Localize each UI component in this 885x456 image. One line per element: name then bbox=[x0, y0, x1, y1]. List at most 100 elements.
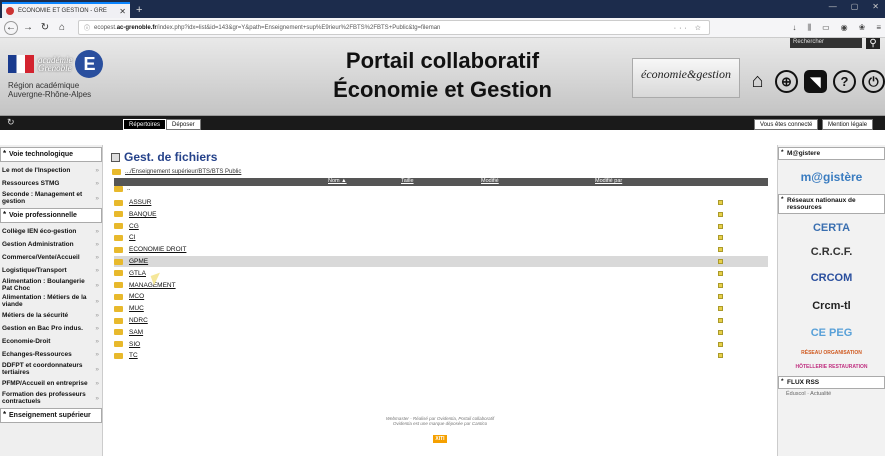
sidebar-section-heading[interactable]: Voie technologique bbox=[0, 147, 102, 162]
resource-logo[interactable]: CERTA bbox=[778, 216, 885, 240]
rss-icon[interactable]: ◥ bbox=[804, 70, 827, 93]
economie-gestion-logo[interactable]: économie&gestion bbox=[632, 58, 740, 98]
folder-action-icon[interactable] bbox=[718, 211, 723, 217]
table-row[interactable]: NDRC bbox=[114, 315, 768, 326]
folder-name[interactable]: SIO bbox=[129, 341, 140, 348]
sidebar-item[interactable]: DDFPT et coordonnateurs tertiaires bbox=[0, 361, 102, 377]
download-icon[interactable]: ↓ bbox=[792, 23, 796, 33]
page-actions-icon[interactable]: ··· ☆ bbox=[674, 24, 704, 32]
folder-name[interactable]: CI bbox=[129, 234, 136, 241]
table-row[interactable]: GPME bbox=[114, 256, 768, 267]
forward-button[interactable]: → bbox=[21, 21, 35, 35]
resource-logo[interactable]: RÉSEAU ORGANISATION bbox=[778, 346, 885, 360]
maximize-icon[interactable]: ▢ bbox=[851, 2, 859, 11]
search-input[interactable]: Rechercher bbox=[790, 38, 862, 48]
table-row[interactable]: SAM bbox=[114, 327, 768, 338]
table-row[interactable]: CI bbox=[114, 232, 768, 243]
resource-logo[interactable]: HÔTELLERIE RESTAURATION bbox=[778, 360, 885, 374]
table-row[interactable]: TC bbox=[114, 350, 768, 361]
resource-logo[interactable]: Crcm-tl bbox=[778, 292, 885, 320]
resource-logo[interactable]: C.R.C.F. bbox=[778, 240, 885, 264]
power-icon[interactable]: ⏻ bbox=[862, 70, 885, 93]
folder-action-icon[interactable] bbox=[718, 223, 723, 229]
sidebar-item[interactable]: Gestion en Bac Pro indus. bbox=[0, 322, 102, 335]
folder-action-icon[interactable] bbox=[718, 235, 723, 241]
sidebar-item[interactable]: Alimentation : Métiers de la viande bbox=[0, 293, 102, 309]
folder-name[interactable]: NDRC bbox=[129, 317, 148, 324]
folder-name[interactable]: GPME bbox=[129, 258, 148, 265]
extension-icon[interactable]: ❀ bbox=[859, 23, 866, 33]
table-row[interactable]: ASSUR bbox=[114, 197, 768, 208]
table-row[interactable]: BANQUE bbox=[114, 209, 768, 220]
globe-icon[interactable]: ⊕ bbox=[775, 70, 798, 93]
sidebar-section-heading[interactable]: Enseignement supérieur bbox=[0, 408, 102, 423]
resource-logo[interactable]: CRCOM bbox=[778, 264, 885, 292]
sidebar-item[interactable]: Le mot de l'Inspection bbox=[0, 164, 102, 177]
mentions-link[interactable]: Mention légale bbox=[822, 119, 874, 130]
table-row[interactable]: GTLA bbox=[114, 268, 768, 279]
folder-name[interactable]: SAM bbox=[129, 329, 143, 336]
sidebar-item[interactable]: PFMP/Accueil en entreprise bbox=[0, 377, 102, 390]
table-row[interactable]: MUC bbox=[114, 303, 768, 314]
folder-name[interactable]: ASSUR bbox=[129, 199, 151, 206]
table-row[interactable]: SIO bbox=[114, 339, 768, 350]
minimize-icon[interactable]: — bbox=[829, 2, 837, 11]
folder-action-icon[interactable] bbox=[718, 318, 723, 323]
back-button[interactable]: ← bbox=[4, 20, 18, 35]
folder-name[interactable]: TC bbox=[129, 352, 138, 359]
url-bar[interactable]: ⓘ ecopest. ac-grenoble.fr/index.php?idx=l… bbox=[78, 20, 710, 35]
reload-icon[interactable]: ↻ bbox=[38, 21, 52, 35]
parent-folder-row[interactable]: .. bbox=[114, 183, 768, 194]
sidebar-section-heading[interactable]: Voie professionnelle bbox=[0, 208, 102, 223]
folder-action-icon[interactable] bbox=[718, 353, 723, 359]
pocket-icon[interactable]: ◉ bbox=[841, 23, 848, 33]
breadcrumb-path[interactable]: .../Enseignement supérieur/BTS/BTS Publi… bbox=[125, 169, 241, 175]
folder-action-icon[interactable] bbox=[718, 294, 723, 300]
connected-link[interactable]: Vous êtes connecté bbox=[754, 119, 819, 130]
folder-name[interactable]: MCO bbox=[129, 293, 144, 300]
xiti-badge[interactable]: XITI bbox=[433, 435, 447, 443]
folder-action-icon[interactable] bbox=[718, 247, 723, 253]
library-icon[interactable]: ⫼ bbox=[807, 23, 811, 33]
folder-action-icon[interactable] bbox=[718, 259, 723, 264]
info-icon[interactable]: ⓘ bbox=[84, 23, 90, 32]
folder-action-icon[interactable] bbox=[718, 282, 723, 288]
sidebar-item[interactable]: Commerce/Vente/Accueil bbox=[0, 251, 102, 264]
resource-logo[interactable]: CE PEG bbox=[778, 320, 885, 346]
table-row[interactable]: MANAGEMENT bbox=[114, 280, 768, 291]
sidebar-item[interactable]: Formation des professeurs contractuels bbox=[0, 390, 102, 406]
tab-deposer[interactable]: Déposer bbox=[166, 119, 201, 130]
folder-name[interactable]: BANQUE bbox=[129, 211, 156, 218]
folder-action-icon[interactable] bbox=[718, 270, 723, 276]
home-site-icon[interactable]: ⌂ bbox=[746, 70, 769, 93]
folder-name[interactable]: CG bbox=[129, 223, 139, 230]
table-row[interactable]: ECONOMIE DROIT bbox=[114, 244, 768, 255]
sidebar-item[interactable]: Economie-Droit bbox=[0, 335, 102, 348]
folder-name[interactable]: ECONOMIE DROIT bbox=[129, 246, 186, 253]
folder-action-icon[interactable] bbox=[718, 306, 723, 312]
sidebar-item[interactable]: Collège IEN éco-gestion bbox=[0, 225, 102, 238]
folder-name[interactable]: GTLA bbox=[129, 270, 146, 277]
folder-action-icon[interactable] bbox=[718, 200, 723, 205]
sidebar-item[interactable]: Alimentation : Boulangerie Pat Choc bbox=[0, 277, 102, 293]
sidebar-icon[interactable]: ▭ bbox=[822, 23, 830, 33]
folder-name[interactable]: MUC bbox=[129, 305, 144, 312]
search-icon[interactable]: ⚲ bbox=[866, 38, 880, 49]
sidebar-item[interactable]: Gestion Administration bbox=[0, 238, 102, 251]
rss-items[interactable]: Éduscol · Actualité bbox=[778, 391, 885, 397]
new-tab-button[interactable]: + bbox=[136, 2, 142, 18]
table-row[interactable]: MCO bbox=[114, 291, 768, 302]
sidebar-item[interactable]: Logistique/Transport bbox=[0, 264, 102, 277]
home-icon[interactable]: ⌂ bbox=[55, 21, 69, 35]
tab-repertoires[interactable]: Répertoires bbox=[123, 119, 167, 130]
browser-tab[interactable]: ECONOMIE ET GESTION - GRE ✕ bbox=[2, 2, 130, 18]
table-row[interactable]: CG bbox=[114, 221, 768, 232]
sidebar-item[interactable]: Métiers de la sécurité bbox=[0, 309, 102, 322]
help-icon[interactable]: ? bbox=[833, 70, 856, 93]
close-tab-icon[interactable]: ✕ bbox=[119, 7, 126, 16]
folder-action-icon[interactable] bbox=[718, 329, 723, 335]
sidebar-item[interactable]: Seconde : Management et gestion bbox=[0, 190, 102, 206]
close-window-icon[interactable]: ✕ bbox=[872, 2, 879, 11]
sidebar-item[interactable]: Echanges-Ressources bbox=[0, 348, 102, 361]
folder-action-icon[interactable] bbox=[718, 341, 723, 347]
